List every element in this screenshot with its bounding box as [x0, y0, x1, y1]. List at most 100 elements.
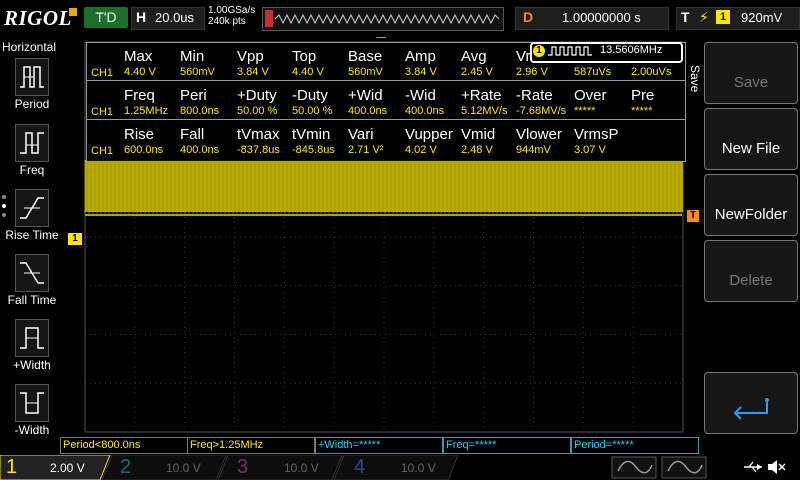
measure-status-positive-width[interactable]: +Width=*****: [315, 437, 443, 454]
measurement-value: 3.84 V: [405, 66, 437, 78]
menu-item-fall-time[interactable]: Fall Time: [4, 254, 56, 316]
square-wave-icon: [548, 46, 592, 56]
menu-item-label: Fall Time: [7, 293, 57, 307]
measurement-value: 2.96 V: [516, 66, 548, 78]
source-generator-icons[interactable]: [606, 455, 710, 480]
menu-item-rise-time[interactable]: Rise Time: [4, 189, 59, 251]
enter-icon: [733, 398, 769, 420]
trigger-level-value: 920mV: [741, 10, 783, 25]
delay-label: D: [523, 9, 534, 25]
menu-item-label: -Width: [14, 423, 50, 437]
menu-item-period[interactable]: Period: [4, 58, 56, 120]
menu-item-label: +Width: [13, 358, 51, 372]
ch1-offset-marker[interactable]: 1: [68, 233, 82, 245]
measure-status-freq-2[interactable]: Freq=*****: [443, 437, 571, 454]
row2-channel: CH1: [91, 106, 114, 118]
measurement-value: 560mV: [348, 66, 383, 78]
measurement-header: Fall: [180, 126, 205, 143]
ch1-scale: 2.00 V: [50, 461, 85, 475]
new-file-button-label: New File: [721, 140, 781, 157]
measurement-header: +Wid: [348, 87, 383, 104]
rise-time-icon: [15, 189, 49, 227]
measurement-header: -Wid: [405, 87, 436, 104]
run-status-badge[interactable]: T'D: [84, 7, 128, 28]
measurement-header: +Duty: [237, 87, 277, 104]
menu-item-negative-width[interactable]: -Width: [4, 384, 56, 446]
measurement-header: Top: [292, 48, 317, 65]
measurement-value: 2.45 V: [461, 66, 493, 78]
rigol-logo: RIGOL: [4, 6, 72, 30]
timebase-value: 20.0us: [155, 10, 195, 25]
new-folder-button[interactable]: [704, 174, 798, 236]
measurement-header: Rise: [124, 126, 155, 143]
trigger-label: T: [681, 9, 690, 25]
fall-time-icon: [15, 254, 49, 292]
measurement-value: 3.84 V: [237, 66, 269, 78]
measure-status-freq[interactable]: Freq>1.25MHz: [187, 437, 315, 454]
measurement-value: 4.40 V: [124, 66, 156, 78]
measurement-value: -845.8us: [292, 144, 335, 156]
ch4-scale: 10.0 V: [401, 461, 436, 475]
measurement-header: Vmid: [461, 126, 496, 143]
measurement-value: *****: [631, 105, 653, 117]
measure-status-period[interactable]: Period<800.0ns: [60, 437, 188, 454]
measurement-header: VrmsP: [574, 126, 619, 143]
measurement-header: Freq: [124, 87, 155, 104]
measurement-header: tVmax: [237, 126, 280, 143]
menu-title: Save: [688, 65, 702, 93]
measurement-value: 600.0ns: [124, 144, 164, 156]
measurement-value: 800.0ns: [180, 105, 220, 117]
menu-title: Horizontal: [2, 40, 57, 54]
ch3-scale: 10.0 V: [284, 461, 319, 475]
measurement-value: 4.02 V: [405, 144, 437, 156]
ch1-number[interactable]: 1: [6, 456, 17, 479]
table-divider: [87, 119, 685, 120]
measurement-header: Amp: [405, 48, 436, 65]
measurement-value: 50.00 %: [292, 105, 333, 117]
measurement-value: -837.8us: [237, 144, 280, 156]
measurement-value: 5.12MV/s: [461, 105, 508, 117]
measurement-header: Vupper: [405, 126, 453, 143]
measurement-value: 587uVs: [574, 66, 612, 78]
ch4-number[interactable]: 4: [354, 456, 365, 479]
measurement-value: 560mV: [180, 66, 215, 78]
measurement-value: 944mV: [516, 144, 551, 156]
enter-button[interactable]: [704, 372, 798, 434]
menu-item-freq[interactable]: Freq: [4, 124, 56, 186]
positive-width-icon: [15, 319, 49, 357]
measurement-value: 50.00 %: [237, 105, 278, 117]
measurement-header: tVmin: [292, 126, 331, 143]
overview-waveform-icon: [265, 10, 500, 27]
measure-status-period-2[interactable]: Period=*****: [571, 437, 699, 454]
memory-waveform-overview[interactable]: [262, 7, 504, 31]
new-file-button[interactable]: [704, 108, 798, 170]
memory-depth: 240k pts: [208, 16, 246, 27]
measurement-header: Over: [574, 87, 607, 104]
ch2-number[interactable]: 2: [120, 456, 131, 479]
usb-icon: [744, 461, 762, 473]
measurement-value: 2.71 V²: [348, 144, 384, 156]
trigger-level-marker[interactable]: T: [687, 210, 699, 222]
trigger-source-badge: 1: [716, 10, 730, 24]
frequency-icon: [15, 124, 49, 162]
measurement-value: 2.48 V: [461, 144, 493, 156]
menu-item-label: Freq: [19, 163, 45, 177]
save-button[interactable]: [704, 42, 798, 104]
measurement-header: Vari: [348, 126, 374, 143]
menu-scroll-indicator[interactable]: [2, 195, 7, 225]
delay-value: 1.00000000 s: [562, 10, 641, 25]
measurement-header: -Rate: [516, 87, 553, 104]
negative-width-icon: [15, 384, 49, 422]
counter-channel-badge: 1: [533, 45, 545, 57]
logo-accent: [69, 8, 77, 16]
measurement-value: -7.68MV/s: [516, 105, 567, 117]
menu-item-positive-width[interactable]: +Width: [4, 319, 56, 381]
menu-item-label: Rise Time: [5, 228, 59, 242]
rising-edge-icon: ⚡: [699, 9, 709, 25]
speaker-mute-icon[interactable]: [766, 458, 786, 476]
period-icon: [15, 58, 49, 96]
measurement-value: *****: [574, 105, 596, 117]
ch3-number[interactable]: 3: [237, 456, 248, 479]
measurement-value: 400.0ns: [180, 144, 220, 156]
delete-button[interactable]: [704, 240, 798, 302]
